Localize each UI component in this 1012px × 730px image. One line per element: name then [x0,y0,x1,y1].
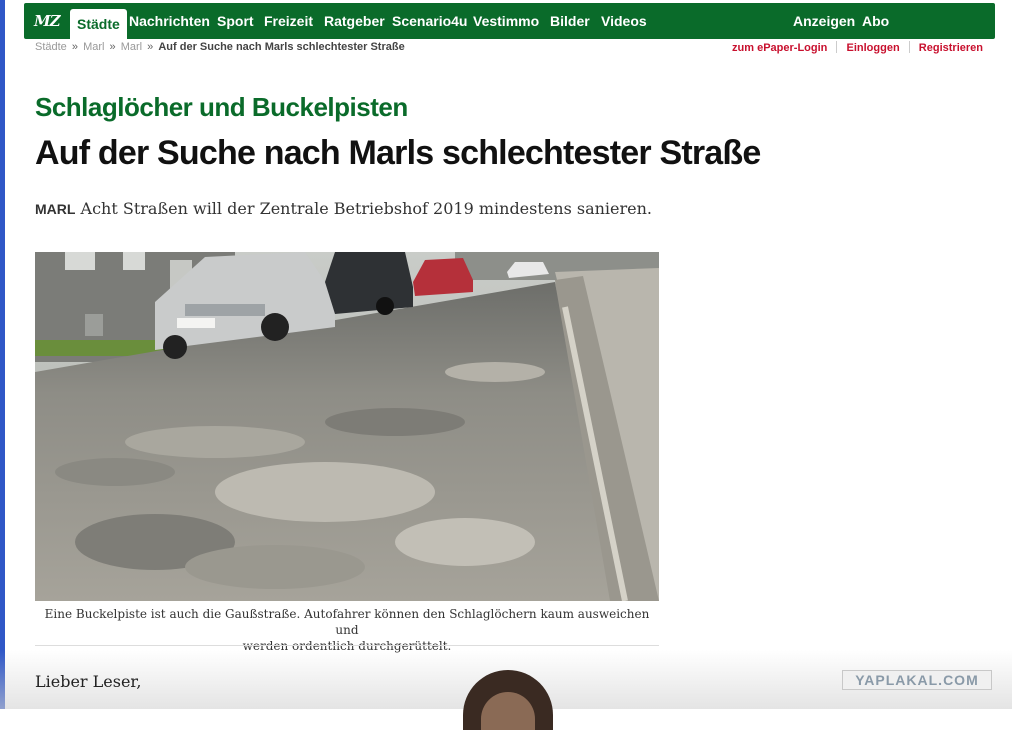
breadcrumb-separator: » [109,41,116,53]
account-links: zum ePaper-Login Einloggen Registrieren [732,41,983,54]
article-kicker: Schlaglöcher und Buckelpisten [35,92,408,122]
breadcrumb-marl-2[interactable]: Marl [121,41,142,53]
nav-item-bilder[interactable]: Bilder [550,11,590,31]
article-lead-text: Acht Straßen will der Zentrale Betriebsh… [80,199,653,218]
article-location: MARL [35,201,76,217]
breadcrumb-marl[interactable]: Marl [83,41,104,53]
nav-item-videos[interactable]: Videos [601,11,647,31]
nav-item-nachrichten[interactable]: Nachrichten [129,11,210,31]
register-link[interactable]: Registrieren [919,42,983,54]
car-dark [325,252,413,315]
breadcrumb-separator: » [147,41,154,53]
breadcrumb-separator: » [71,41,78,53]
watermark-badge: YAPLAKAL.COM [842,670,992,690]
nav-item-vestimmo[interactable]: Vestimmo [473,11,539,31]
road-photo-illustration [35,252,659,601]
login-link[interactable]: Einloggen [847,42,900,54]
site-logo[interactable]: MZ [34,11,64,31]
window-edge [0,0,5,709]
nav-item-ratgeber[interactable]: Ratgeber [324,11,385,31]
breadcrumb: Städte » Marl » Marl » Auf der Suche nac… [35,41,405,53]
caption-divider [35,645,659,646]
photo-caption: Eine Buckelpiste ist auch die Gaußstraße… [35,606,659,654]
author-avatar [463,670,553,730]
article-title: Auf der Suche nach Marls schlechtester S… [35,134,761,172]
main-navigation: MZ Städte Nachrichten Sport Freizeit Rat… [24,3,995,39]
divider [908,41,910,53]
paywall-greeting: Lieber Leser, [35,672,142,691]
breadcrumb-staedte[interactable]: Städte [35,41,67,53]
caption-line-1: Eine Buckelpiste ist auch die Gaußstraße… [44,607,650,637]
nav-item-scenario4u[interactable]: Scenario4u [392,11,467,31]
nav-item-abo[interactable]: Abo [862,11,889,31]
breadcrumb-current: Auf der Suche nach Marls schlechtester S… [158,41,405,53]
divider [836,41,838,53]
nav-item-sport[interactable]: Sport [217,11,254,31]
article-photo[interactable] [35,252,659,601]
caption-line-2: werden ordentlich durchgerüttelt. [242,639,452,653]
nav-item-freizeit[interactable]: Freizeit [264,11,313,31]
article-lead: MARL Acht Straßen will der Zentrale Betr… [35,199,652,218]
nav-item-staedte[interactable]: Städte [70,9,127,39]
nav-item-anzeigen[interactable]: Anzeigen [793,11,855,31]
epaper-login-link[interactable]: zum ePaper-Login [732,42,827,54]
